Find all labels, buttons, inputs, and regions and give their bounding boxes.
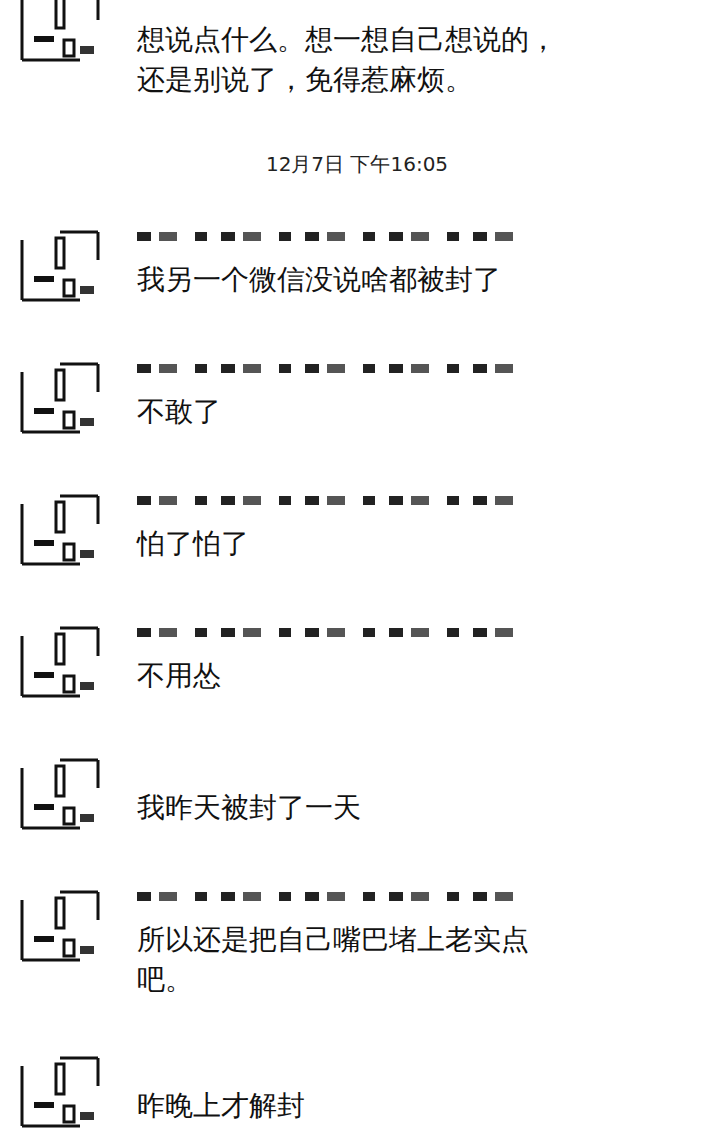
message-row: 昨晚上才解封 [0, 1026, 714, 1128]
message-row: 怕了怕了 [0, 464, 714, 596]
message-text: 不用怂 [137, 656, 517, 696]
sender-name [137, 886, 517, 906]
message-text: 我另一个微信没说啥都被封了 [137, 260, 517, 300]
avatar-icon[interactable] [20, 890, 100, 966]
avatar-icon[interactable] [20, 362, 100, 438]
sender-name [137, 490, 517, 510]
message-text: 想说点什么。想一想自己想说的，还是别说了，免得惹麻烦。 [137, 20, 577, 100]
message-content: 不敢了 [137, 358, 517, 432]
avatar-icon[interactable] [20, 626, 100, 702]
chat-view: 想说点什么。想一想自己想说的，还是别说了，免得惹麻烦。 12月7日 下午16:05… [0, 0, 714, 1128]
message-text: 怕了怕了 [137, 524, 517, 564]
avatar-icon[interactable] [20, 1056, 100, 1128]
message-content: 怕了怕了 [137, 490, 517, 564]
message-text: 昨晚上才解封 [137, 1086, 517, 1126]
message-row: 想说点什么。想一想自己想说的，还是别说了，免得惹麻烦。 [0, 0, 714, 126]
sender-name [137, 226, 517, 246]
message-content: 我另一个微信没说啥都被封了 [137, 226, 517, 300]
message-text: 所以还是把自己嘴巴堵上老实点吧。 [137, 920, 577, 1000]
message-content: 不用怂 [137, 622, 517, 696]
message-content: 我昨天被封了一天 [137, 754, 517, 828]
avatar-icon[interactable] [20, 0, 100, 66]
message-row: 不用怂 [0, 596, 714, 728]
message-content: 昨晚上才解封 [137, 1052, 517, 1126]
message-content: 想说点什么。想一想自己想说的，还是别说了，免得惹麻烦。 [137, 0, 577, 100]
avatar-icon[interactable] [20, 494, 100, 570]
message-row: 我昨天被封了一天 [0, 728, 714, 860]
message-row: 我另一个微信没说啥都被封了 [0, 200, 714, 332]
timestamp: 12月7日 下午16:05 [0, 126, 714, 200]
message-row: 所以还是把自己嘴巴堵上老实点吧。 [0, 860, 714, 1026]
sender-name [137, 622, 517, 642]
avatar-icon[interactable] [20, 758, 100, 834]
avatar-icon[interactable] [20, 230, 100, 306]
sender-name [137, 358, 517, 378]
message-text: 我昨天被封了一天 [137, 788, 517, 828]
message-content: 所以还是把自己嘴巴堵上老实点吧。 [137, 886, 577, 1000]
message-text: 不敢了 [137, 392, 517, 432]
message-row: 不敢了 [0, 332, 714, 464]
